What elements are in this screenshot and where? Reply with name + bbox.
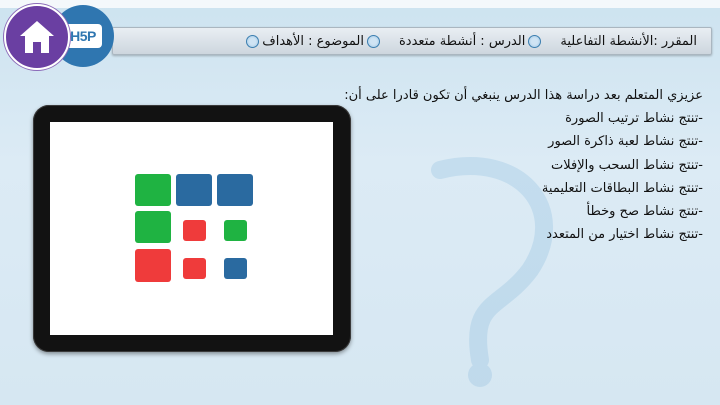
home-button[interactable] <box>4 4 70 70</box>
objectives-text: عزيزي المتعلم بعد دراسة هذا الدرس ينبغي … <box>283 84 703 246</box>
topic-radio-icon <box>367 34 380 48</box>
tile-green-large-2 <box>135 211 171 243</box>
topic-end-radio-icon <box>246 34 260 48</box>
topic-label: الموضوع : الأهداف <box>262 33 364 49</box>
tile-blue-large-2 <box>217 174 253 206</box>
tile-blue-small <box>224 258 247 279</box>
top-stripe <box>0 0 720 8</box>
lesson-radio-icon <box>528 34 542 48</box>
objective-item: -تنتج نشاط اختيار من المتعدد <box>546 227 703 243</box>
tile-red-large <box>135 249 171 282</box>
home-icon <box>20 21 54 53</box>
objective-item: -تنتج نشاط السحب والإفلات <box>551 157 703 173</box>
tile-blue-large-1 <box>176 174 212 206</box>
tile-green-large-1 <box>135 174 171 206</box>
tile-red-small-2 <box>183 258 206 279</box>
objective-item: -تنتج نشاط البطاقات التعليمية <box>541 180 703 196</box>
objective-item: -تنتج نشاط لعبة ذاكرة الصور <box>548 134 703 150</box>
objective-item: -تنتج نشاط صح وخطأ <box>586 204 703 220</box>
lesson-label: الدرس : أنشطة متعددة <box>399 33 526 49</box>
lesson-header-bar: المقرر :الأنشطة التفاعلية الدرس : أنشطة … <box>112 27 712 55</box>
course-label: المقرر :الأنشطة التفاعلية <box>560 33 697 49</box>
objective-item: -تنتج نشاط ترتيب الصورة <box>565 111 703 127</box>
objectives-intro: عزيزي المتعلم بعد دراسة هذا الدرس ينبغي … <box>344 88 703 103</box>
tile-red-small-1 <box>183 220 206 241</box>
tile-green-small <box>224 220 247 241</box>
